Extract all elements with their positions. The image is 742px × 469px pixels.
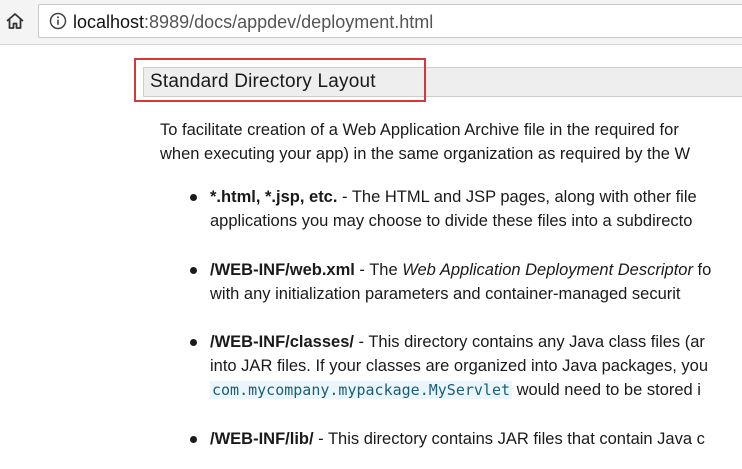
description: - This directory contains any Java class… [353, 333, 705, 351]
info-icon[interactable] [49, 12, 67, 30]
description: - This directory contains JAR files that… [313, 430, 705, 448]
description: into JAR files. If your classes are orga… [210, 357, 709, 375]
code-snippet: com.mycompany.mypackage.MyServlet [210, 381, 513, 399]
home-icon[interactable] [4, 10, 26, 32]
address-bar[interactable]: localhost:8989/docs/appdev/deployment.ht… [38, 4, 742, 38]
bullet-icon [190, 436, 197, 443]
term: *.html, *.jsp, etc. [210, 188, 338, 206]
intro-paragraph: To facilitate creation of a Web Applicat… [160, 118, 742, 166]
description: would need to be stored i [512, 381, 701, 399]
term: /WEB-INF/web.xml [210, 261, 355, 279]
url-path: :8989/docs/appdev/deployment.html [144, 12, 434, 32]
intro-line: when executing your app) in the same org… [160, 145, 691, 163]
description: fo [692, 261, 712, 279]
url-host: localhost [73, 12, 145, 32]
description: with any initialization parameters and c… [210, 285, 681, 303]
description: applications you may choose to divide th… [210, 212, 693, 230]
page-content: Standard Directory Layout To facilitate … [0, 45, 742, 469]
bullet-icon [190, 194, 197, 201]
bullet-icon [190, 267, 197, 274]
bullet-icon [190, 339, 197, 346]
intro-line: To facilitate creation of a Web Applicat… [160, 121, 679, 139]
description: - The HTML and JSP pages, along with oth… [337, 188, 697, 206]
description: - The [354, 261, 403, 279]
term: /WEB-INF/classes/ [210, 333, 354, 351]
url-text[interactable]: localhost:8989/docs/appdev/deployment.ht… [73, 11, 433, 33]
term: /WEB-INF/lib/ [210, 430, 314, 448]
browser-toolbar: localhost:8989/docs/appdev/deployment.ht… [0, 0, 742, 45]
highlight-annotation-box [134, 58, 426, 102]
emphasis: Web Application Deployment Descriptor [402, 261, 693, 279]
